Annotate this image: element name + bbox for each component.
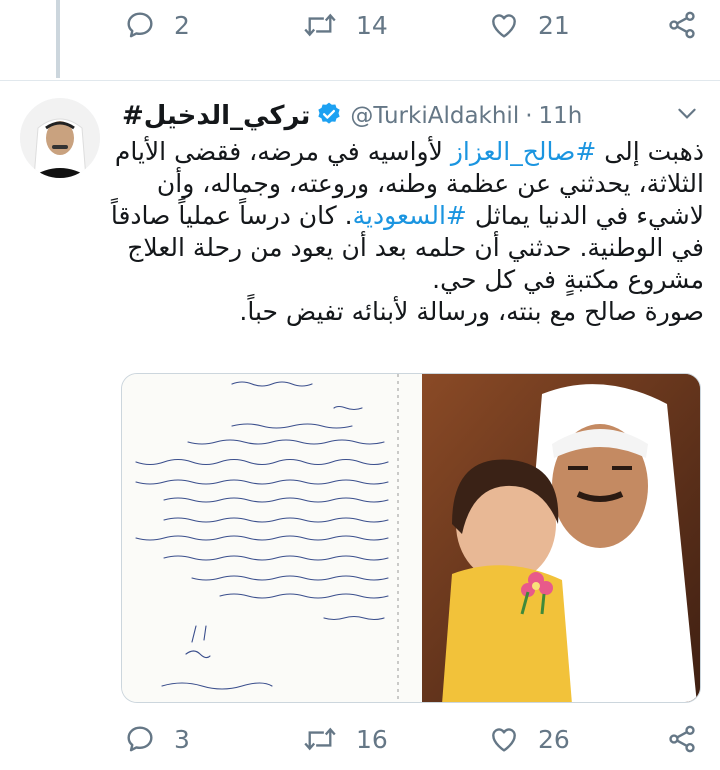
tweet-divider — [0, 80, 720, 81]
tweet-action-bar: 3 16 26 — [0, 714, 720, 764]
reply-button[interactable]: 3 — [124, 714, 190, 764]
chevron-down-icon — [678, 108, 696, 119]
tweet-paragraph-1: ذهبت إلى #صالح_العزاز لأواسيه في مرضه، ف… — [110, 136, 704, 296]
share-button[interactable] — [666, 714, 698, 764]
tweet-timestamp[interactable]: 11h — [539, 103, 583, 129]
reply-icon — [127, 726, 153, 752]
tweet-media-image[interactable] — [121, 373, 701, 703]
retweet-icon — [304, 13, 336, 37]
tweet-paragraph-2: صورة صالح مع بنته، ورسالة لأبنائه تفيض ح… — [239, 297, 704, 326]
display-name[interactable]: #تركي_الدخيل — [122, 101, 310, 131]
user-handle[interactable]: @TurkiAldakhil — [350, 103, 519, 129]
reply-button[interactable]: 2 — [124, 0, 190, 50]
avatar-image — [20, 98, 100, 178]
tweet-menu-button[interactable] — [674, 100, 700, 130]
share-button[interactable] — [666, 0, 698, 50]
separator-dot: · — [525, 103, 533, 129]
heart-icon — [492, 728, 516, 752]
tweet-header: #تركي_الدخيل @TurkiAldakhil · 11h — [122, 96, 582, 136]
share-icon — [669, 11, 695, 39]
reply-count: 2 — [174, 10, 190, 40]
avatar[interactable] — [20, 98, 100, 178]
media-photo — [122, 374, 700, 702]
reply-count: 3 — [174, 724, 190, 754]
hashtag-link[interactable]: #صالح_العزاز — [451, 137, 596, 166]
share-icon — [669, 725, 695, 753]
reply-icon — [127, 12, 153, 38]
like-count: 21 — [538, 10, 570, 40]
verified-badge-icon — [316, 101, 342, 131]
heart-icon — [492, 14, 516, 38]
retweet-button[interactable]: 16 — [302, 714, 388, 764]
previous-tweet-action-bar: 2 14 21 — [0, 0, 720, 50]
like-button[interactable]: 21 — [488, 0, 570, 50]
tweet-text-segment: ذهبت إلى — [596, 137, 704, 166]
retweet-button[interactable]: 14 — [302, 0, 388, 50]
retweet-icon — [304, 727, 336, 751]
retweet-count: 14 — [356, 10, 388, 40]
like-button[interactable]: 26 — [488, 714, 570, 764]
like-count: 26 — [538, 724, 570, 754]
hashtag-link[interactable]: #السعودية — [353, 201, 467, 230]
tweet-text: ذهبت إلى #صالح_العزاز لأواسيه في مرضه، ف… — [110, 136, 704, 328]
retweet-count: 16 — [356, 724, 388, 754]
